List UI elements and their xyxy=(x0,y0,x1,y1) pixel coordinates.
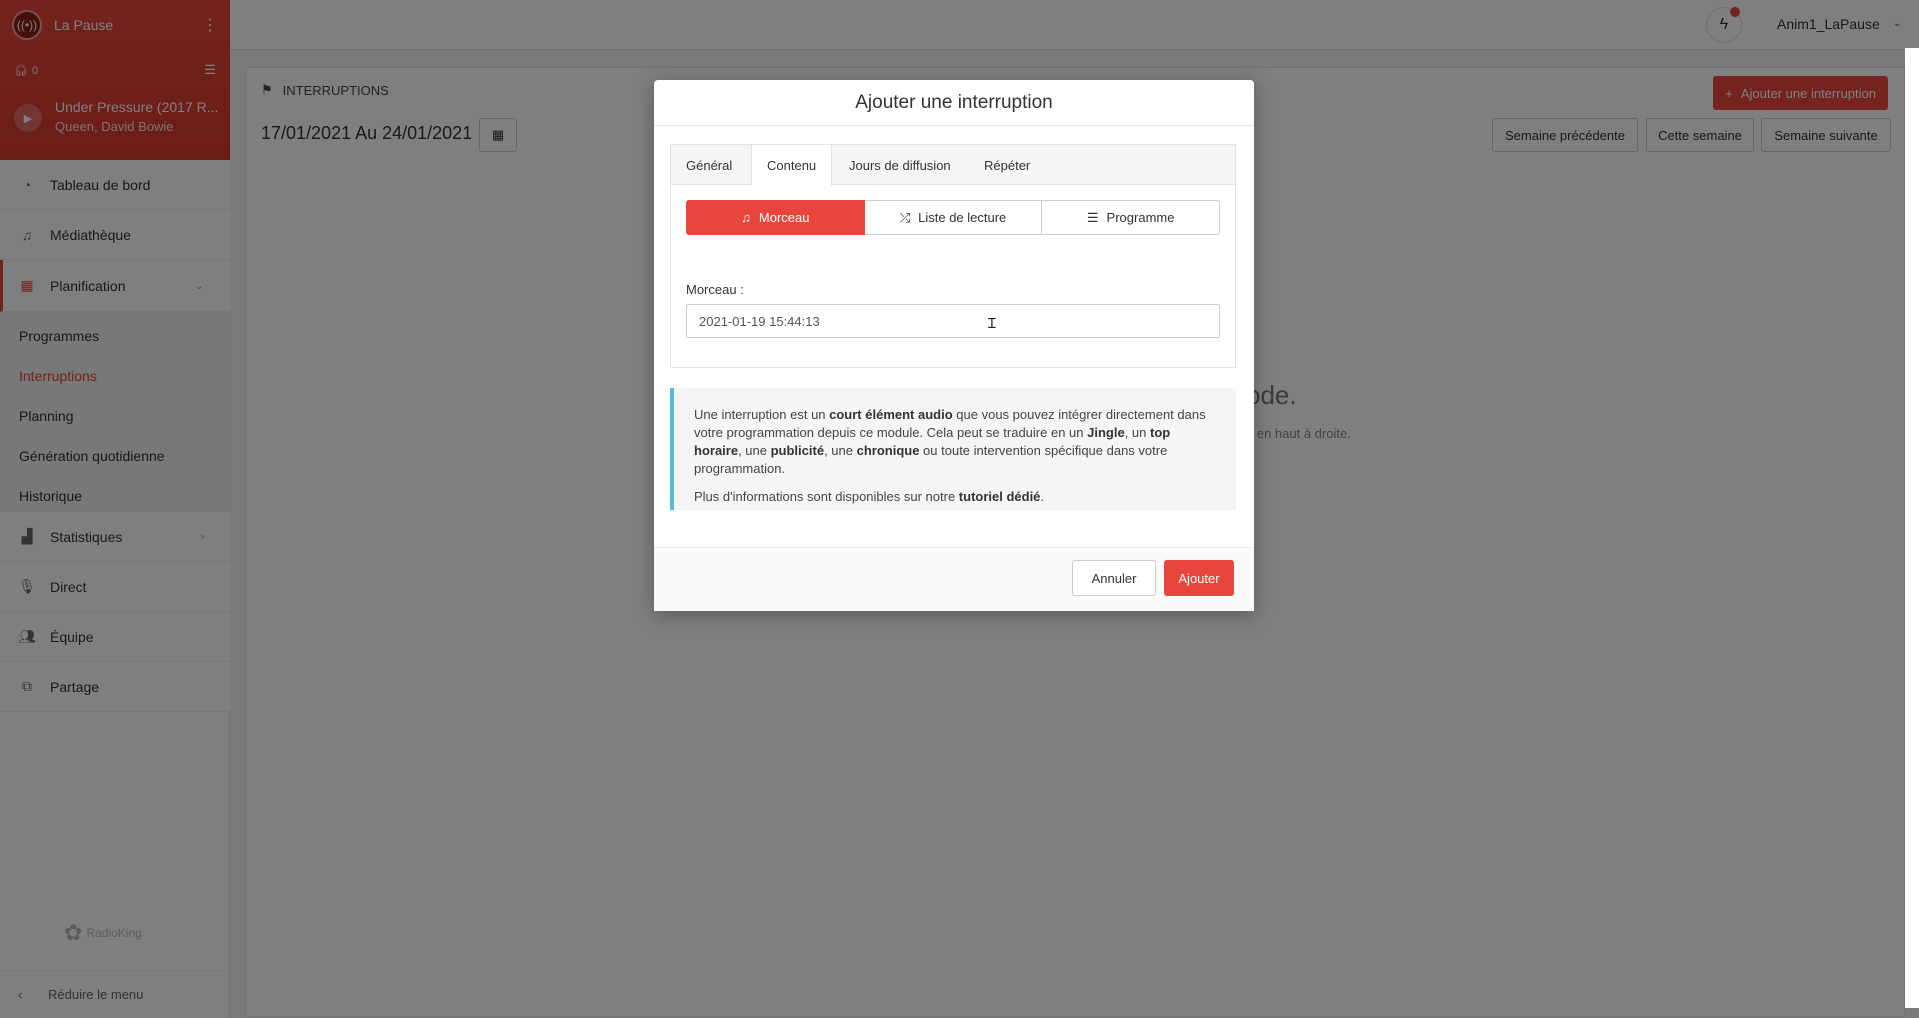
tutorial-link[interactable]: tutoriel dédié xyxy=(959,489,1041,504)
modal-title: Ajouter une interruption xyxy=(654,80,1254,126)
tab-broadcast-days[interactable]: Jours de diffusion xyxy=(849,145,951,185)
info-paragraph: Une interruption est un court élément au… xyxy=(694,407,1206,476)
scrollbar[interactable] xyxy=(1905,48,1919,1008)
info-more: Plus d'informations sont disponibles sur… xyxy=(694,489,1045,504)
tab-general[interactable]: Général xyxy=(686,145,732,185)
music-note-icon: ♫ xyxy=(741,210,751,225)
track-field-label: Morceau : xyxy=(686,282,744,297)
tab-repeat[interactable]: Répéter xyxy=(984,145,1030,185)
add-button[interactable]: Ajouter xyxy=(1164,560,1234,596)
segment-playlist[interactable]: ⤮ Liste de lecture xyxy=(864,200,1043,235)
segment-programme[interactable]: ☰ Programme xyxy=(1042,200,1221,235)
shuffle-icon: ⤮ xyxy=(899,209,911,225)
segment-label: Liste de lecture xyxy=(918,210,1007,225)
track-input[interactable] xyxy=(686,304,1220,338)
segment-label: Programme xyxy=(1106,210,1175,225)
segment-label: Morceau xyxy=(758,210,810,225)
add-interruption-modal: Ajouter une interruption Général Contenu… xyxy=(654,80,1254,611)
cancel-button[interactable]: Annuler xyxy=(1072,560,1156,596)
content-type-selector: ♫ Morceau ⤮ Liste de lecture ☰ Programme xyxy=(686,200,1221,235)
list-icon: ☰ xyxy=(1086,209,1099,225)
modal-tab-panel: Général Contenu Jours de diffusion Répét… xyxy=(670,144,1236,368)
info-box: Une interruption est un court élément au… xyxy=(670,388,1236,510)
segment-track[interactable]: ♫ Morceau xyxy=(686,200,865,235)
text-cursor-icon: Ɪ xyxy=(988,315,996,331)
tab-content[interactable]: Contenu xyxy=(751,145,833,186)
modal-tabs: Général Contenu Jours de diffusion Répét… xyxy=(671,145,1235,186)
